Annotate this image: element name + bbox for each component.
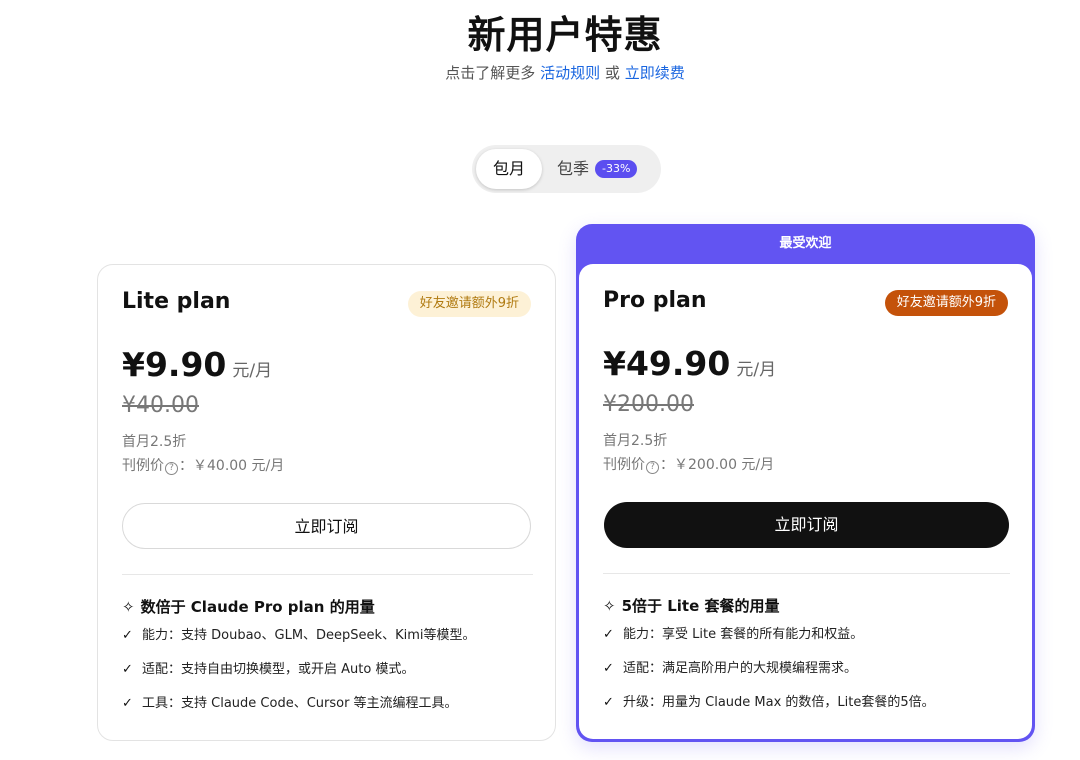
subtitle-text: 点击了解更多: [445, 64, 536, 82]
list-item: ✓ 升级：用量为 Claude Max 的数倍，Lite套餐的5倍。: [603, 694, 935, 728]
check-icon: ✓: [603, 695, 614, 710]
rules-link[interactable]: 活动规则: [540, 64, 600, 82]
subscribe-button[interactable]: 立即订阅: [122, 503, 531, 549]
page-title: 新用户特惠: [467, 13, 663, 57]
feature-text: 能力：支持 Doubao、GLM、DeepSeek、Kimi等模型。: [142, 628, 476, 643]
discount-badge: -33%: [595, 159, 638, 178]
list-item: ✓ 能力：享受 Lite 套餐的所有能力和权益。: [603, 626, 935, 660]
price-unit: 元/月: [232, 361, 273, 381]
feature-text: 适配：满足高阶用户的大规模编程需求。: [623, 661, 858, 676]
list-item: ✓ 适配：满足高阶用户的大规模编程需求。: [603, 660, 935, 694]
list-item: ✓ 适配：支持自由切换模型，或开启 Auto 模式。: [122, 661, 476, 695]
reference-price-label: 刊例价: [603, 457, 645, 473]
renew-link[interactable]: 立即续费: [625, 64, 685, 82]
tab-quarterly-label: 包季: [557, 159, 590, 178]
tab-monthly[interactable]: 包月: [476, 149, 542, 189]
reference-price: 刊例价? ：￥40.00 元/月: [122, 455, 284, 475]
check-icon: ✓: [122, 662, 133, 677]
plan-name: Lite plan: [122, 289, 231, 314]
sparkle-icon: ✧: [122, 598, 135, 616]
most-popular-banner: 最受欢迎: [779, 236, 832, 251]
price: ¥9.90 元/月: [122, 345, 272, 384]
billing-period-toggle: 包月 包季 -33%: [472, 145, 661, 193]
subtitle-or: 或: [604, 64, 620, 82]
invite-discount-tag: 好友邀请额外9折: [884, 290, 1008, 316]
sparkle-icon: ✧: [603, 597, 616, 615]
price: ¥49.90 元/月: [603, 344, 776, 383]
help-icon[interactable]: ?: [646, 461, 659, 474]
features-title: ✧ 5倍于 Lite 套餐的用量: [603, 595, 780, 616]
plan-name: Pro plan: [603, 288, 707, 313]
plan-card-pro-frame: 最受欢迎 Pro plan 好友邀请额外9折 ¥49.90 元/月 ¥200.00…: [576, 224, 1035, 742]
subscribe-button[interactable]: 立即订阅: [604, 502, 1009, 548]
help-icon[interactable]: ?: [165, 462, 178, 475]
divider: [603, 573, 1010, 574]
original-price: ¥40.00: [122, 393, 199, 418]
feature-text: 升级：用量为 Claude Max 的数倍，Lite套餐的5倍。: [623, 695, 935, 710]
price-amount: ¥49.90: [603, 344, 731, 383]
check-icon: ✓: [122, 696, 133, 711]
feature-text: 能力：享受 Lite 套餐的所有能力和权益。: [623, 627, 864, 642]
plan-card-pro: Pro plan 好友邀请额外9折 ¥49.90 元/月 ¥200.00 首月2.…: [579, 264, 1032, 739]
tab-quarterly[interactable]: 包季 -33%: [557, 149, 638, 189]
features-title: ✧ 数倍于 Claude Pro plan 的用量: [122, 596, 375, 617]
check-icon: ✓: [122, 628, 133, 643]
feature-list: ✓ 能力：支持 Doubao、GLM、DeepSeek、Kimi等模型。 ✓ 适配：…: [122, 627, 476, 729]
reference-price-value: ：￥200.00 元/月: [660, 457, 775, 473]
reference-price-value: ：￥40.00 元/月: [179, 458, 285, 474]
first-month-discount: 首月2.5折: [122, 434, 187, 450]
reference-price-label: 刊例价: [122, 458, 164, 474]
divider: [122, 574, 533, 575]
first-month-discount: 首月2.5折: [603, 433, 668, 449]
original-price: ¥200.00: [603, 392, 694, 417]
check-icon: ✓: [603, 661, 614, 676]
features-title-text: 数倍于 Claude Pro plan 的用量: [140, 598, 375, 616]
feature-text: 适配：支持自由切换模型，或开启 Auto 模式。: [142, 662, 415, 677]
feature-text: 工具：支持 Claude Code、Cursor 等主流编程工具。: [142, 696, 458, 711]
list-item: ✓ 工具：支持 Claude Code、Cursor 等主流编程工具。: [122, 695, 476, 729]
reference-price: 刊例价? ：￥200.00 元/月: [603, 454, 774, 474]
price-amount: ¥9.90: [122, 345, 227, 384]
page-subtitle: 点击了解更多 活动规则 或 立即续费: [0, 62, 1080, 83]
list-item: ✓ 能力：支持 Doubao、GLM、DeepSeek、Kimi等模型。: [122, 627, 476, 661]
invite-discount-tag: 好友邀请额外9折: [407, 291, 531, 317]
check-icon: ✓: [603, 627, 614, 642]
plan-card-lite: Lite plan 好友邀请额外9折 ¥9.90 元/月 ¥40.00 首月2.5…: [97, 264, 556, 741]
feature-list: ✓ 能力：享受 Lite 套餐的所有能力和权益。 ✓ 适配：满足高阶用户的大规模编程…: [603, 626, 935, 728]
price-unit: 元/月: [736, 360, 777, 380]
features-title-text: 5倍于 Lite 套餐的用量: [621, 597, 780, 615]
